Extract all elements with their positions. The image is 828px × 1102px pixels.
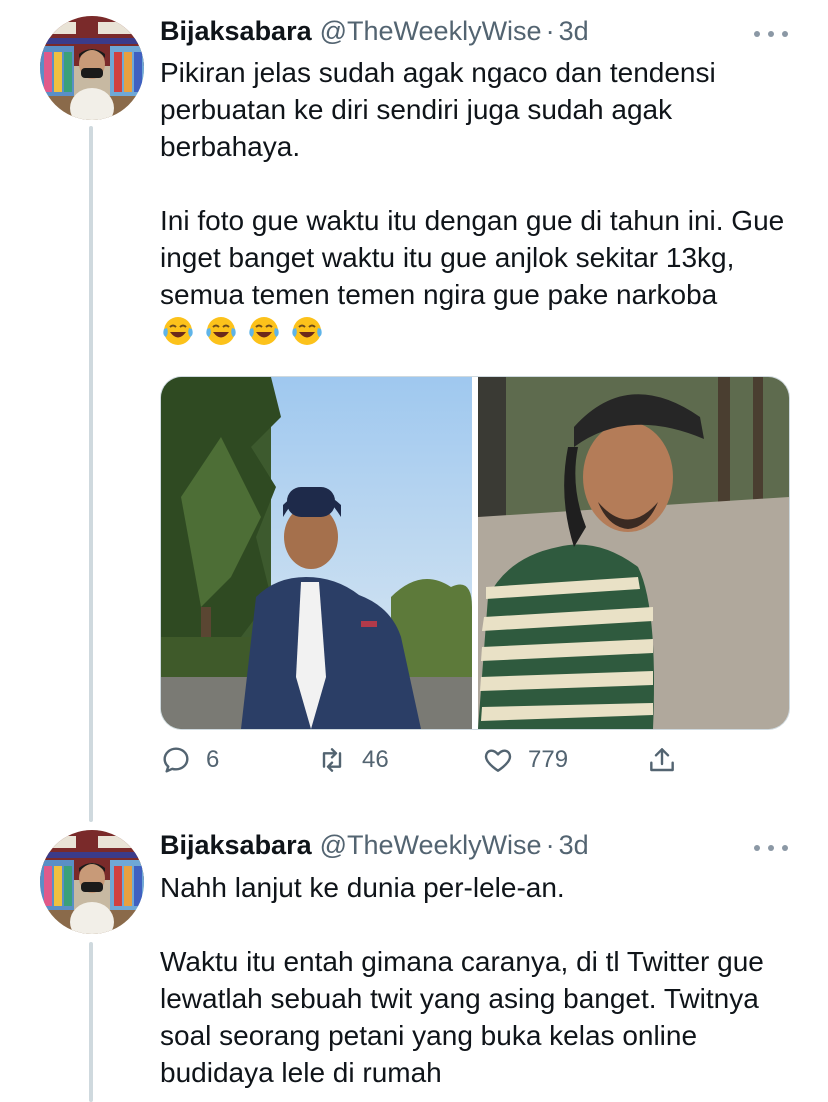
more-options-icon[interactable] <box>754 24 788 44</box>
tweet-text: Nahh lanjut ke dunia per-lele-an. Waktu … <box>160 869 800 1091</box>
tweet-paragraph: Pikiran jelas sudah agak ngaco dan tende… <box>160 57 716 162</box>
like-button[interactable]: 779 <box>482 744 568 776</box>
tweet-photo-1[interactable] <box>161 377 472 729</box>
share-button[interactable] <box>646 744 678 776</box>
separator-dot: · <box>545 16 555 46</box>
thread-line-2 <box>89 942 93 1102</box>
tweet-text: Pikiran jelas sudah agak ngaco dan tende… <box>160 54 800 350</box>
tweet-photo-2[interactable] <box>478 377 789 729</box>
retweet-count: 46 <box>362 746 389 773</box>
tweet-paragraph: Waktu itu entah gimana caranya, di tl Tw… <box>160 946 764 1088</box>
share-icon <box>650 748 674 772</box>
face-with-tears-of-joy-icon <box>292 317 322 345</box>
timestamp[interactable]: 3d <box>559 830 589 861</box>
separator-dot: · <box>545 830 555 860</box>
user-handle[interactable]: @TheWeeklyWise <box>320 16 542 47</box>
tweet-media <box>160 376 790 730</box>
emoji-row <box>160 315 323 347</box>
heart-icon <box>484 749 512 772</box>
reply-button[interactable]: 6 <box>160 744 219 776</box>
retweet-icon <box>322 748 342 772</box>
tweet-actions: 6 46 779 <box>160 744 700 784</box>
display-name[interactable]: Bijaksabara <box>160 830 312 861</box>
timestamp[interactable]: 3d <box>559 16 589 47</box>
retweet-button[interactable]: 46 <box>316 744 389 776</box>
reply-count: 6 <box>206 746 220 773</box>
user-handle[interactable]: @TheWeeklyWise <box>320 830 542 861</box>
avatar[interactable] <box>40 830 144 934</box>
display-name[interactable]: Bijaksabara <box>160 16 312 47</box>
face-with-tears-of-joy-icon <box>206 317 236 345</box>
thread-line-1 <box>89 126 93 822</box>
face-with-tears-of-joy-icon <box>249 317 279 345</box>
avatar[interactable] <box>40 16 144 120</box>
tweet-paragraph: Nahh lanjut ke dunia per-lele-an. <box>160 872 565 903</box>
tweet-header: Bijaksabara @TheWeeklyWise · 3d <box>160 16 589 50</box>
tweet-header: Bijaksabara @TheWeeklyWise · 3d <box>160 830 589 864</box>
tweet-paragraph: Ini foto gue waktu itu dengan gue di tah… <box>160 202 800 350</box>
more-options-icon[interactable] <box>754 838 788 858</box>
tweet-paragraph-text: Ini foto gue waktu itu dengan gue di tah… <box>160 205 785 310</box>
like-count: 779 <box>528 746 569 773</box>
face-with-tears-of-joy-icon <box>163 317 193 345</box>
reply-icon <box>163 747 189 773</box>
